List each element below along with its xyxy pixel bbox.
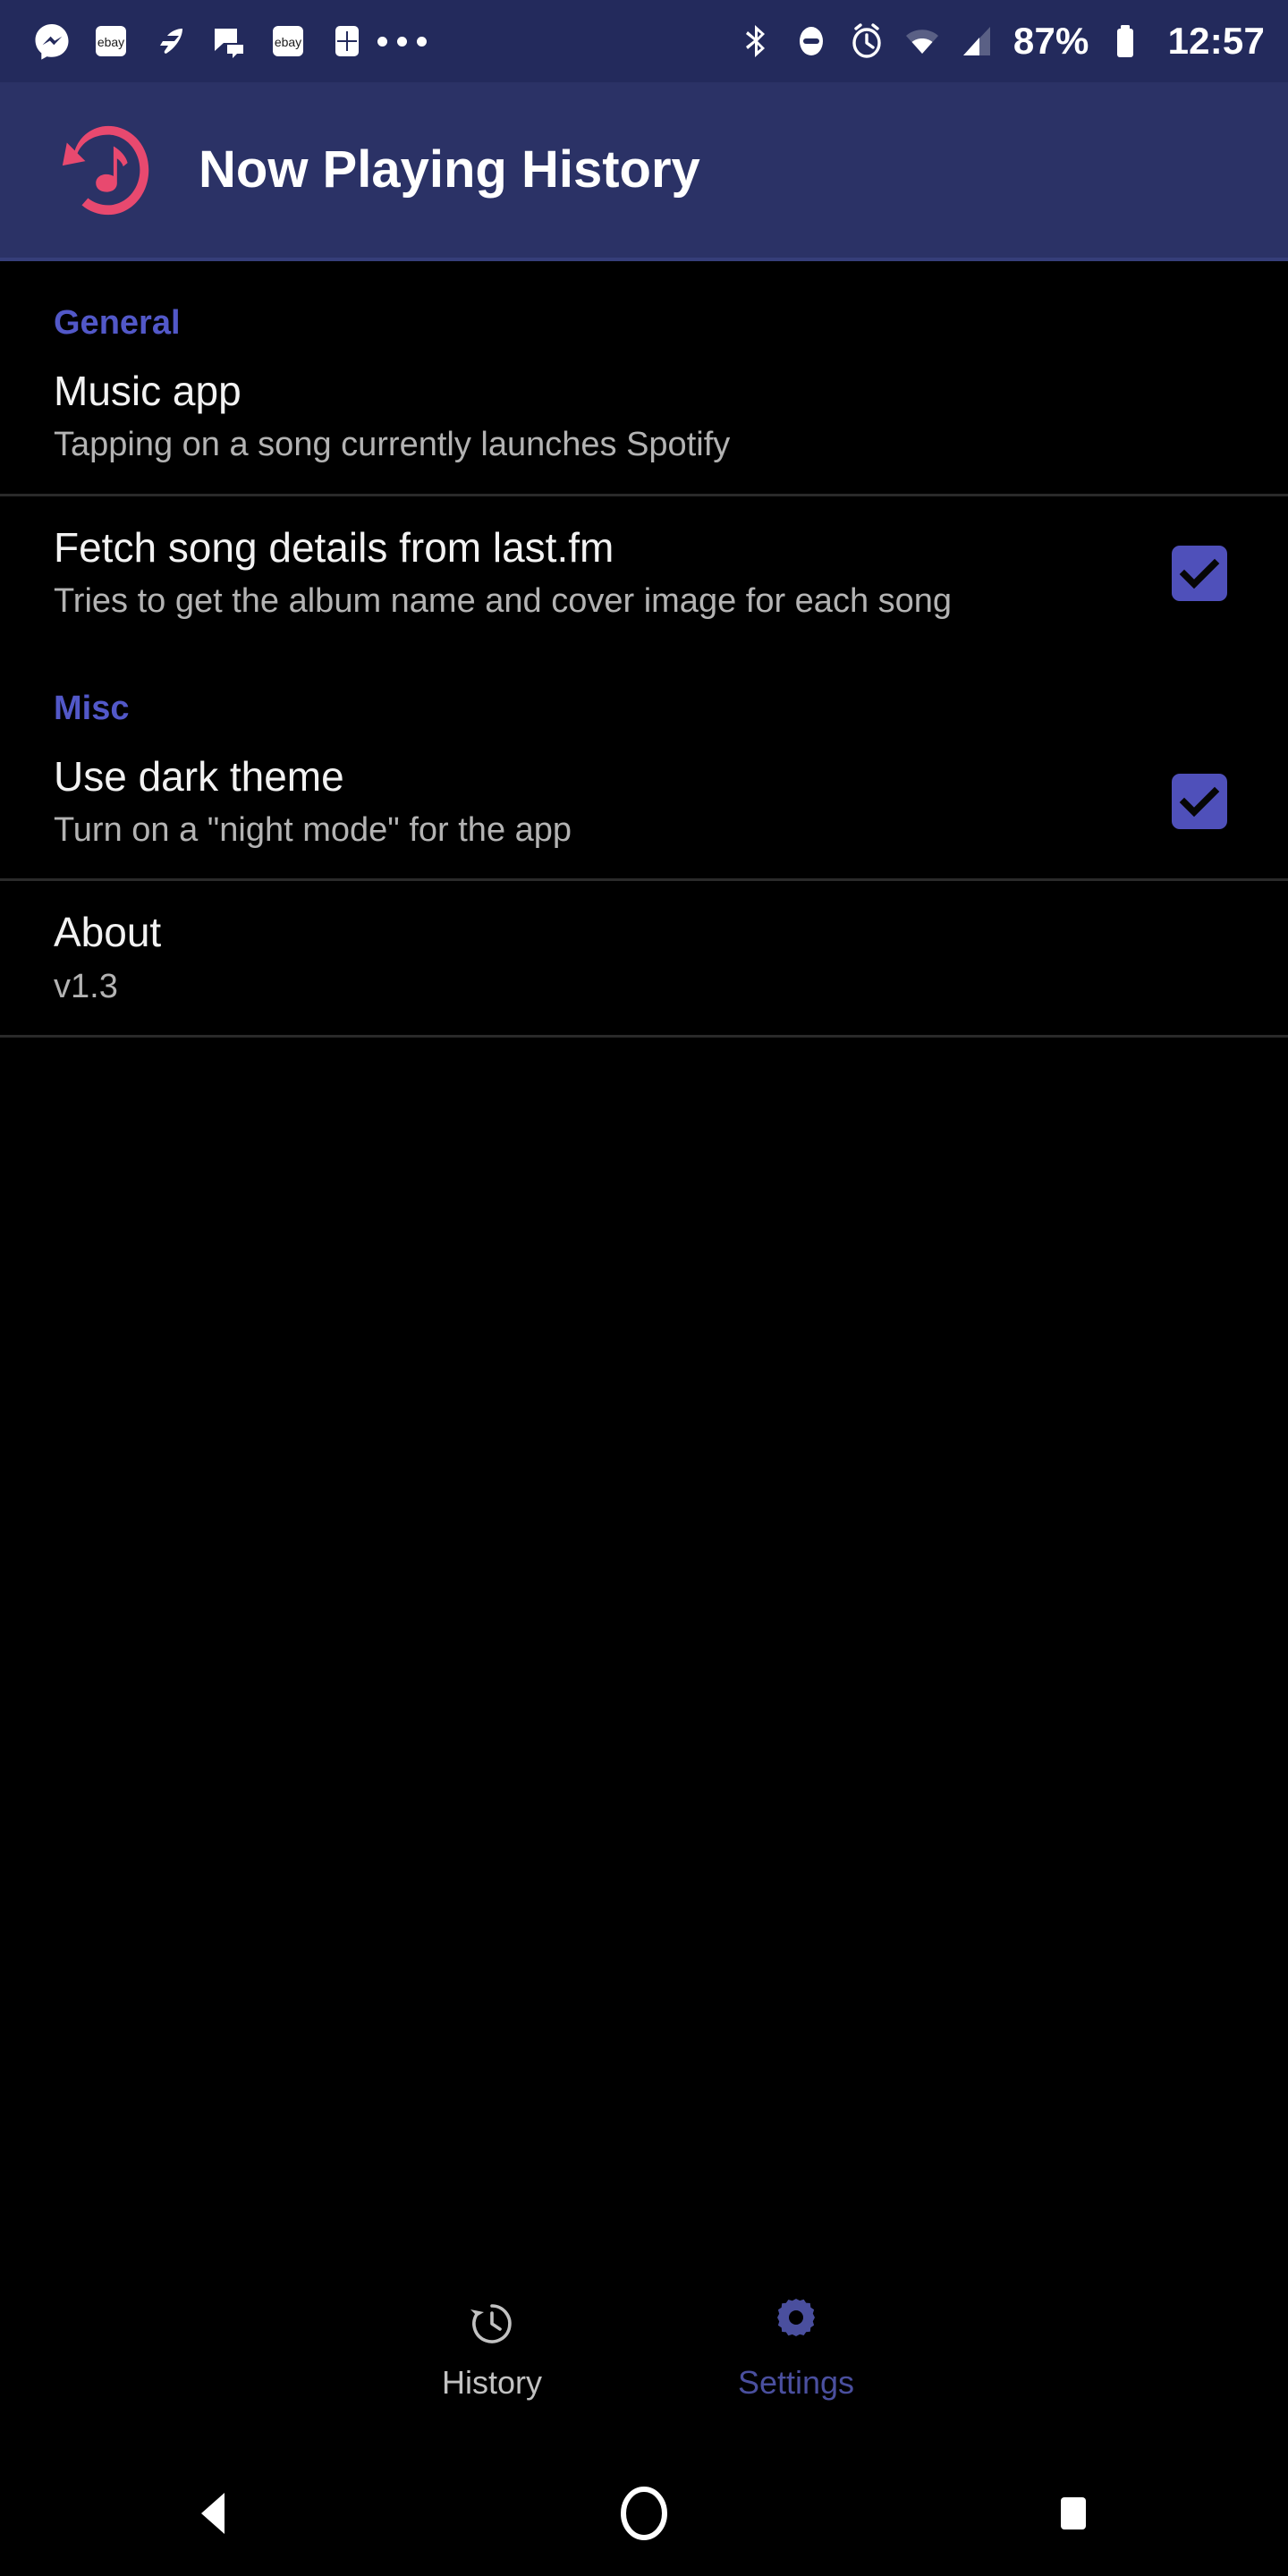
pref-text: Music app Tapping on a song currently la… bbox=[54, 367, 1234, 467]
ebay-icon: ebay bbox=[91, 21, 131, 61]
pref-about[interactable]: About v1.3 bbox=[0, 881, 1288, 1035]
notification-icons: ebay ebay bbox=[32, 21, 367, 61]
history-icon bbox=[464, 2295, 520, 2351]
gear-icon bbox=[768, 2295, 824, 2351]
plus-box-icon bbox=[327, 21, 367, 61]
android-navigation-bar bbox=[0, 2451, 1288, 2576]
pref-music-app[interactable]: Music app Tapping on a song currently la… bbox=[0, 340, 1288, 494]
notification-overflow-icon bbox=[377, 36, 427, 47]
pref-title: Fetch song details from last.fm bbox=[54, 523, 614, 571]
battery-percent: 87% bbox=[1013, 20, 1089, 62]
divider bbox=[0, 1035, 1288, 1038]
status-bar: ebay ebay 87% 12:57 bbox=[0, 0, 1288, 82]
svg-text:ebay: ebay bbox=[275, 35, 301, 49]
ebay-icon-2: ebay bbox=[268, 21, 308, 61]
checkbox-use-dark-theme[interactable] bbox=[1172, 774, 1227, 830]
alarm-icon bbox=[847, 21, 886, 61]
chat-bubble-icon bbox=[209, 21, 249, 61]
pref-text: Use dark theme Turn on a "night mode" fo… bbox=[54, 752, 1172, 852]
messenger-icon bbox=[32, 21, 72, 61]
svg-text:ebay: ebay bbox=[97, 35, 124, 49]
section-header-general: General bbox=[54, 304, 181, 342]
settings-list: General Music app Tapping on a song curr… bbox=[0, 265, 1288, 2243]
section-header-misc: Misc bbox=[54, 689, 130, 727]
bluetooth-icon bbox=[736, 21, 775, 61]
pref-title: About bbox=[54, 909, 162, 956]
bottom-navigation: History Settings bbox=[0, 2243, 1288, 2451]
pref-summary: Tapping on a song currently launches Spo… bbox=[54, 426, 731, 464]
now-playing-history-logo bbox=[55, 117, 161, 223]
tab-label: History bbox=[441, 2364, 542, 2401]
tab-label: Settings bbox=[737, 2364, 855, 2401]
home-icon[interactable] bbox=[429, 2486, 859, 2541]
checkbox-fetch-song-details[interactable] bbox=[1172, 545, 1227, 601]
tab-history[interactable]: History bbox=[340, 2295, 644, 2399]
back-icon[interactable] bbox=[0, 2490, 429, 2537]
pref-text: Fetch song details from last.fm Tries to… bbox=[54, 523, 1172, 623]
app-bar: Now Playing History bbox=[0, 82, 1288, 261]
pref-summary: Tries to get the album name and cover im… bbox=[54, 582, 953, 621]
app-title: Now Playing History bbox=[199, 140, 700, 199]
wing-icon bbox=[150, 21, 190, 61]
system-status-icons: 87% 12:57 bbox=[736, 21, 1265, 61]
tab-settings[interactable]: Settings bbox=[644, 2295, 948, 2399]
do-not-disturb-icon bbox=[792, 21, 831, 61]
pref-title: Use dark theme bbox=[54, 752, 344, 800]
status-bar-clock: 12:57 bbox=[1167, 20, 1265, 62]
pref-summary: v1.3 bbox=[54, 967, 118, 1005]
battery-icon bbox=[1106, 21, 1145, 61]
recents-icon[interactable] bbox=[859, 2490, 1288, 2537]
pref-summary: Turn on a "night mode" for the app bbox=[54, 810, 572, 849]
phone-screen: ebay ebay 87% 12:57 Now Playing History … bbox=[0, 0, 1288, 2576]
wifi-icon bbox=[902, 21, 942, 61]
pref-title: Music app bbox=[54, 368, 242, 414]
pref-fetch-song-details[interactable]: Fetch song details from last.fm Tries to… bbox=[0, 496, 1288, 650]
pref-use-dark-theme[interactable]: Use dark theme Turn on a "night mode" fo… bbox=[0, 725, 1288, 879]
pref-text: About v1.3 bbox=[54, 908, 1234, 1008]
cellular-signal-icon bbox=[958, 21, 997, 61]
